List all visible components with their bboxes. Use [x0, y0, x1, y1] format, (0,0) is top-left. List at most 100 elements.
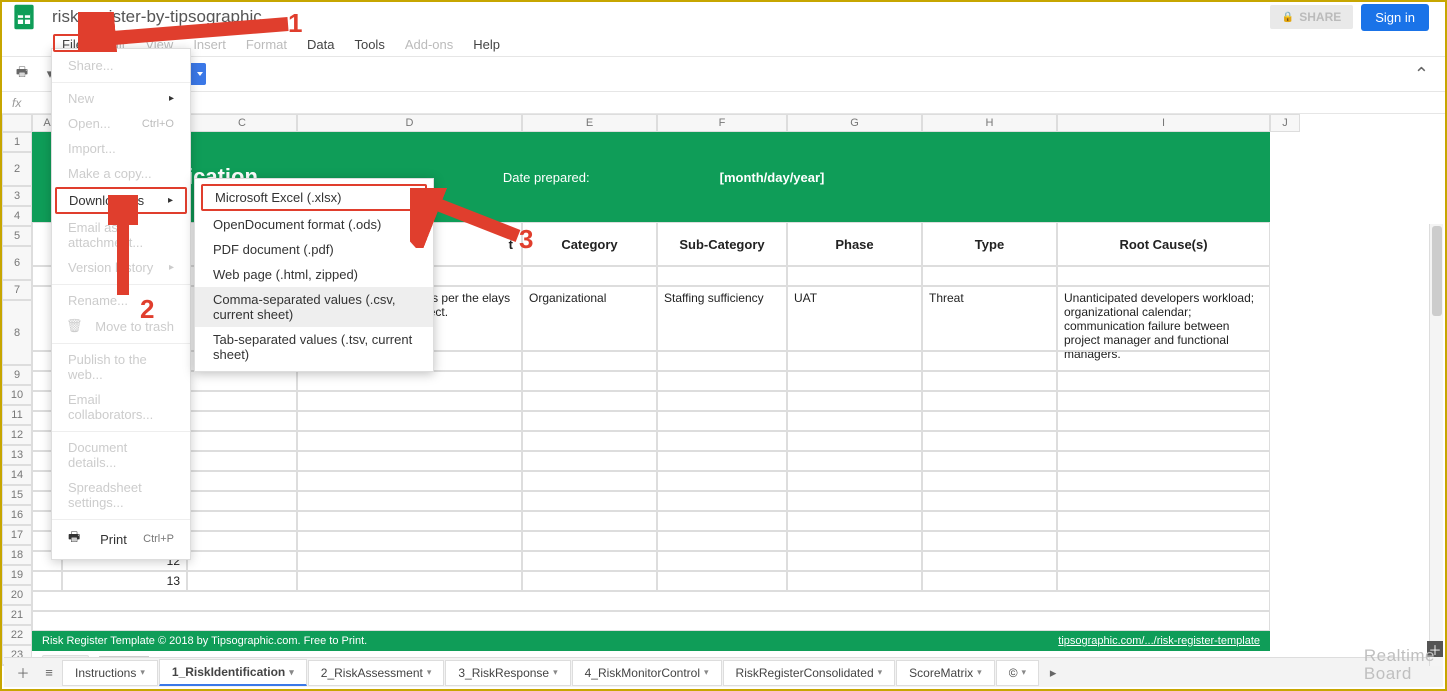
- cell-category[interactable]: Organizational: [522, 286, 657, 351]
- share-label: SHARE: [1299, 10, 1341, 24]
- all-sheets-icon[interactable]: ≡: [36, 660, 62, 686]
- header-phase: Phase: [787, 222, 922, 266]
- tab-risk-monitor-control[interactable]: 4_RiskMonitorControl▾: [572, 660, 722, 686]
- col-j[interactable]: J: [1270, 114, 1300, 132]
- submenu-html[interactable]: Web page (.html, zipped): [195, 262, 433, 287]
- toolbar: 🖶 ▾ ⌃: [2, 56, 1445, 92]
- scrollbar-thumb[interactable]: [1432, 226, 1442, 316]
- tab-risk-register-consolidated[interactable]: RiskRegisterConsolidated▾: [723, 660, 896, 686]
- tab-risk-identification[interactable]: 1_RiskIdentification▾: [159, 659, 307, 686]
- row-12[interactable]: 12: [2, 425, 32, 445]
- col-g[interactable]: G: [787, 114, 922, 132]
- menu-help[interactable]: Help: [463, 35, 510, 54]
- menu-item-share: Share...: [52, 53, 190, 78]
- print-icon[interactable]: 🖶: [8, 60, 36, 88]
- column-headers: A B C D E F G H I J: [2, 114, 1300, 132]
- row-3[interactable]: 3: [2, 186, 32, 206]
- menu-item-spreadsheet-settings: Spreadsheet settings...: [52, 475, 190, 515]
- footer-link[interactable]: tipsographic.com/.../risk-register-templ…: [1058, 635, 1260, 647]
- col-e[interactable]: E: [522, 114, 657, 132]
- row-18[interactable]: 18: [2, 545, 32, 565]
- fx-label: fx: [12, 96, 21, 110]
- row-5[interactable]: 5: [2, 226, 32, 246]
- row-9[interactable]: 9: [2, 365, 32, 385]
- row-19[interactable]: 19: [2, 565, 32, 585]
- cell-root-causes[interactable]: Unanticipated developers workload; organ…: [1057, 286, 1270, 351]
- row-13[interactable]: 13: [2, 445, 32, 465]
- menu-tools[interactable]: Tools: [344, 35, 394, 54]
- menu-data[interactable]: Data: [297, 35, 344, 54]
- row-2[interactable]: 2: [2, 152, 32, 186]
- tab-copyright[interactable]: ©▾: [996, 660, 1039, 686]
- formula-bar[interactable]: fx: [2, 92, 1445, 114]
- header-subcategory: Sub-Category: [657, 222, 787, 266]
- sheet-tabs-bar: ＋ ≡ Instructions▾ 1_RiskIdentification▾ …: [4, 657, 1443, 687]
- row-21[interactable]: 21: [2, 605, 32, 625]
- row-20[interactable]: 20: [2, 585, 32, 605]
- cell-subcategory[interactable]: Staffing sufficiency: [657, 286, 787, 351]
- footer-text: Risk Register Template © 2018 by Tipsogr…: [42, 635, 367, 647]
- menu-item-rename: Rename...: [52, 284, 190, 313]
- submenu-tsv[interactable]: Tab-separated values (.tsv, current shee…: [195, 327, 433, 367]
- document-title[interactable]: risk-register-by-tipsographic: [52, 7, 262, 27]
- row-10[interactable]: 10: [2, 385, 32, 405]
- tab-score-matrix[interactable]: ScoreMatrix▾: [896, 660, 995, 686]
- row-11[interactable]: 11: [2, 405, 32, 425]
- row-16[interactable]: 16: [2, 505, 32, 525]
- row-15[interactable]: 15: [2, 485, 32, 505]
- menu-item-download-as[interactable]: Download as▸: [55, 187, 187, 214]
- vertical-scrollbar[interactable]: [1429, 224, 1443, 666]
- col-h[interactable]: H: [922, 114, 1057, 132]
- menu-item-print[interactable]: 🖶 PrintCtrl+P: [52, 519, 190, 555]
- menu-bar: File Edit View Insert Format Data Tools …: [2, 32, 1445, 56]
- row-4[interactable]: 4: [2, 206, 32, 226]
- cell-type[interactable]: Threat: [922, 286, 1057, 351]
- col-d[interactable]: D: [297, 114, 522, 132]
- header-category: Category: [522, 222, 657, 266]
- row-6[interactable]: 6: [2, 246, 32, 280]
- row-17[interactable]: 17: [2, 525, 32, 545]
- watermark: RealtimeBoard: [1364, 647, 1435, 683]
- lock-icon: 🔒: [1282, 12, 1294, 23]
- file-dropdown-menu: Share... New▸ Open...Ctrl+O Import... Ma…: [51, 48, 191, 560]
- row-7[interactable]: 7: [2, 280, 32, 300]
- submenu-csv[interactable]: Comma-separated values (.csv, current sh…: [195, 287, 433, 327]
- menu-insert[interactable]: Insert: [183, 35, 236, 54]
- cell-phase[interactable]: UAT: [787, 286, 922, 351]
- submenu-pdf[interactable]: PDF document (.pdf): [195, 237, 433, 262]
- tab-risk-response[interactable]: 3_RiskResponse▾: [445, 660, 570, 686]
- menu-item-move-trash: 🗑 Move to trash: [52, 313, 190, 339]
- col-c[interactable]: C: [187, 114, 297, 132]
- tab-risk-assessment[interactable]: 2_RiskAssessment▾: [308, 660, 445, 686]
- row-1[interactable]: 1: [2, 132, 32, 152]
- row-8[interactable]: 8: [2, 300, 32, 365]
- submenu-xlsx[interactable]: Microsoft Excel (.xlsx): [201, 184, 427, 211]
- header-root-causes: Root Cause(s): [1057, 222, 1270, 266]
- sign-in-button[interactable]: Sign in: [1361, 4, 1429, 31]
- tab-instructions[interactable]: Instructions▾: [62, 660, 158, 686]
- menu-item-doc-details: Document details...: [52, 431, 190, 475]
- collapse-toolbar-icon[interactable]: ⌃: [1414, 64, 1439, 85]
- sheets-logo-icon: [12, 2, 36, 32]
- banner-date-label: Date prepared:: [503, 170, 590, 185]
- row-14[interactable]: 14: [2, 465, 32, 485]
- menu-item-email-collab: Email collaborators...: [52, 387, 190, 427]
- add-sheet-icon[interactable]: ＋: [10, 660, 36, 686]
- row-headers: 1 2 3 4 5 6 7 8 9 10 11 12 13 14 15 16 1…: [2, 132, 32, 666]
- row-22[interactable]: 22: [2, 625, 32, 645]
- banner-date-value: [month/day/year]: [720, 170, 825, 185]
- tab-scroll-right-icon[interactable]: ▸: [1040, 660, 1066, 686]
- menu-format[interactable]: Format: [236, 35, 297, 54]
- menu-item-publish: Publish to the web...: [52, 343, 190, 387]
- menu-item-email-attachment: Email as attachment...: [52, 215, 190, 255]
- menu-addons[interactable]: Add-ons: [395, 35, 463, 54]
- title-bar: risk-register-by-tipsographic 🔒 SHARE Si…: [2, 2, 1445, 32]
- menu-item-import: Import...: [52, 136, 190, 161]
- col-f[interactable]: F: [657, 114, 787, 132]
- col-i[interactable]: I: [1057, 114, 1270, 132]
- menu-item-make-copy: Make a copy...: [52, 161, 190, 186]
- share-button: 🔒 SHARE: [1270, 5, 1353, 29]
- menu-item-open: Open...Ctrl+O: [52, 111, 190, 136]
- menu-item-new: New▸: [52, 82, 190, 111]
- submenu-ods[interactable]: OpenDocument format (.ods): [195, 212, 433, 237]
